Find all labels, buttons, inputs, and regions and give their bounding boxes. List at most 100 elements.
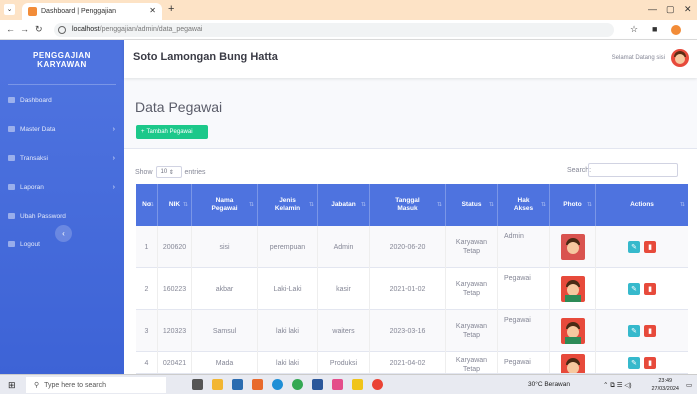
cell-photo — [550, 226, 596, 268]
col-header-no[interactable]: No ⇅ — [136, 184, 158, 226]
minimize-icon[interactable]: — — [648, 4, 657, 14]
table-row: 3 120323 Samsul laki laki waiters 2023-0… — [136, 310, 688, 352]
col-header-jabatan[interactable]: Jabatan ⇅ — [318, 184, 370, 226]
col-header-nama[interactable]: Nama Pegawai ⇅ — [192, 184, 258, 226]
weather-widget[interactable]: 30°C Berawan — [528, 381, 570, 388]
chevron-right-icon: › — [112, 154, 115, 162]
task-view-icon[interactable] — [192, 379, 203, 390]
cell-status: Karyawan Tetap — [446, 352, 498, 373]
notification-icon[interactable]: ▭ — [686, 381, 692, 389]
employee-photo — [560, 276, 585, 302]
delete-icon[interactable]: ▮ — [644, 325, 656, 337]
show-label: Show — [135, 168, 153, 176]
sidebar-item-dashboard[interactable]: Dashboard — [0, 92, 124, 108]
entries-label: entries — [184, 168, 206, 176]
sublime-icon[interactable] — [352, 379, 363, 390]
employee-photo — [560, 354, 585, 373]
sidebar-item-label: Ubah Password — [20, 212, 66, 220]
col-header-nik[interactable]: NIK ⇅ — [158, 184, 192, 226]
search-icon: ⚲ — [34, 382, 40, 389]
cell-nama: akbar — [192, 268, 258, 310]
delete-icon[interactable]: ▮ — [644, 283, 656, 295]
cell-jabatan: waiters — [318, 310, 370, 352]
add-button-label: Tambah Pegawai — [146, 129, 193, 135]
sidebar: PENGGAJIAN KARYAWAN Dashboard Master Dat… — [0, 40, 124, 374]
col-header-jenis-kelamin[interactable]: Jenis Kelamin ⇅ — [258, 184, 318, 226]
cell-actions: ✎ ▮ — [596, 268, 688, 310]
windows-taskbar: ⊞ ⚲ Type here to search 30°C Berawan ⌃ ⧉… — [0, 374, 697, 394]
sidebar-toggle-button[interactable]: ‹ — [55, 225, 72, 242]
edit-icon[interactable]: ✎ — [628, 325, 640, 337]
delete-icon[interactable]: ▮ — [644, 357, 656, 369]
brand-line-2: KARYAWAN — [37, 60, 87, 69]
sidepanel-icon[interactable]: ■ — [652, 24, 657, 34]
user-avatar[interactable] — [671, 49, 689, 67]
store-icon[interactable] — [232, 379, 243, 390]
windows-start-icon[interactable]: ⊞ — [8, 380, 16, 391]
cell-no: 4 — [136, 352, 158, 373]
col-header-actions[interactable]: Actions ⇅ — [596, 184, 688, 226]
close-tab-icon[interactable]: ✕ — [149, 6, 156, 15]
browser-tab-bar: ⌄ Dashboard | Penggajian ✕ + — ▢ ✕ — [0, 0, 697, 20]
cell-hak-akses: Admin — [498, 226, 550, 268]
lock-icon — [8, 213, 15, 219]
taskbar-search-input[interactable]: ⚲ Type here to search — [26, 377, 166, 393]
chrome-icon[interactable] — [292, 379, 303, 390]
new-tab-icon[interactable]: + — [168, 3, 174, 15]
add-employee-button[interactable]: + Tambah Pegawai — [136, 125, 208, 139]
delete-icon[interactable]: ▮ — [644, 241, 656, 253]
sidebar-item-ubah-password[interactable]: Ubah Password — [0, 208, 124, 224]
cell-photo — [550, 310, 596, 352]
entries-select[interactable]: 10 ⇕ — [155, 166, 182, 178]
back-icon[interactable]: ← — [6, 24, 15, 34]
cell-actions: ✎ ▮ — [596, 352, 688, 373]
tab-search-icon[interactable]: ⌄ — [4, 4, 15, 15]
edit-icon[interactable]: ✎ — [628, 357, 640, 369]
cell-jabatan: kasir — [318, 268, 370, 310]
tray-icons[interactable]: ⌃ ⧉ ☰ ◁) — [603, 381, 632, 390]
cell-photo — [550, 268, 596, 310]
restore-icon[interactable]: ▢ — [666, 4, 675, 15]
topbar: Soto Lamongan Bung Hatta Selamat Datang … — [124, 40, 697, 78]
chevron-right-icon: › — [112, 125, 115, 133]
forward-icon[interactable]: → — [20, 24, 29, 34]
sidebar-item-label: Logout — [20, 240, 40, 248]
cell-nama: Mada — [192, 352, 258, 373]
tab-title: Dashboard | Penggajian — [41, 8, 116, 15]
url-field[interactable]: localhost/penggajian/admin/data_pegawai — [54, 23, 614, 37]
sidebar-item-laporan[interactable]: Laporan › — [0, 179, 124, 195]
col-header-hak-akses[interactable]: Hak Akses ⇅ — [498, 184, 550, 226]
sidebar-item-master-data[interactable]: Master Data › — [0, 121, 124, 137]
edge-icon[interactable] — [272, 379, 283, 390]
window-close-icon[interactable]: ✕ — [684, 4, 692, 15]
clock[interactable]: 23:49 27/03/2024 — [651, 377, 679, 393]
sidebar-brand[interactable]: PENGGAJIAN KARYAWAN — [0, 40, 124, 78]
col-header-tanggal-masuk[interactable]: Tanggal Masuk ⇅ — [370, 184, 446, 226]
welcome-text[interactable]: Selamat Datang sisi — [612, 55, 665, 61]
table-row: 4 020421 Mada laki laki Produksi 2021-04… — [136, 352, 688, 374]
reload-icon[interactable]: ↻ — [35, 24, 43, 35]
file-explorer-icon[interactable] — [212, 379, 223, 390]
cell-jenis-kelamin: Laki-Laki — [258, 268, 318, 310]
site-info-icon[interactable] — [58, 26, 66, 34]
sidebar-item-transaksi[interactable]: Transaksi › — [0, 150, 124, 166]
col-header-photo[interactable]: Photo ⇅ — [550, 184, 596, 226]
search-input[interactable] — [588, 163, 678, 177]
transaction-icon — [8, 155, 15, 161]
brand-line-1: PENGGAJIAN — [33, 51, 91, 60]
bookmark-star-icon[interactable]: ☆ — [630, 24, 638, 35]
xampp-icon[interactable] — [332, 379, 343, 390]
firefox-icon[interactable] — [252, 379, 263, 390]
edit-icon[interactable]: ✎ — [628, 241, 640, 253]
entries-value: 10 — [160, 169, 168, 175]
browser-tab[interactable]: Dashboard | Penggajian ✕ — [22, 3, 162, 20]
chevron-right-icon: › — [112, 183, 115, 191]
col-header-status[interactable]: Status ⇅ — [446, 184, 498, 226]
employee-photo — [560, 318, 585, 344]
table-row: 2 160223 akbar Laki-Laki kasir 2021-01-0… — [136, 268, 688, 310]
chrome-active-icon[interactable] — [372, 379, 383, 390]
edit-icon[interactable]: ✎ — [628, 283, 640, 295]
profile-icon[interactable] — [671, 25, 681, 35]
word-icon[interactable] — [312, 379, 323, 390]
report-icon — [8, 184, 15, 190]
